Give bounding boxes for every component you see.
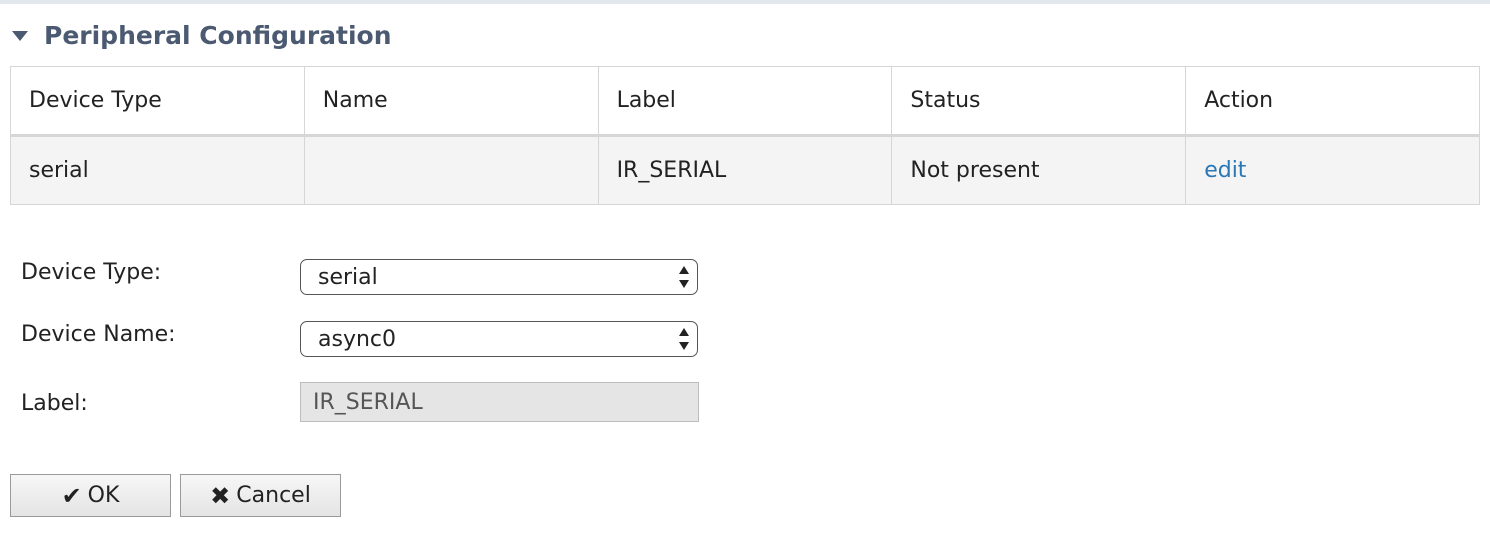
- select-arrows-icon: [679, 266, 689, 288]
- section-title: Peripheral Configuration: [44, 20, 392, 50]
- cell-device-type: serial: [10, 135, 305, 205]
- label-field-label: Label:: [21, 391, 88, 416]
- column-header-device-type: Device Type: [10, 66, 305, 137]
- section-header[interactable]: Peripheral Configuration: [12, 18, 392, 52]
- edit-link[interactable]: edit: [1204, 158, 1246, 183]
- cell-action: edit: [1185, 135, 1480, 205]
- device-type-selected-value: serial: [318, 264, 378, 290]
- peripheral-table: Device Type Name Label Status Action ser…: [10, 66, 1480, 205]
- x-icon: ✖: [210, 481, 231, 510]
- check-icon: ✔: [61, 481, 82, 510]
- device-type-label: Device Type:: [21, 260, 162, 285]
- cancel-button-label: Cancel: [236, 483, 311, 508]
- column-header-action: Action: [1185, 66, 1480, 137]
- cancel-button[interactable]: ✖ Cancel: [180, 474, 341, 517]
- label-input[interactable]: [300, 382, 699, 422]
- ok-button-label: OK: [87, 483, 120, 508]
- column-header-label: Label: [597, 66, 893, 137]
- device-type-select[interactable]: serial: [300, 259, 698, 295]
- ok-button[interactable]: ✔ OK: [10, 474, 171, 517]
- select-arrows-icon: [679, 328, 689, 350]
- cell-name: [303, 135, 599, 205]
- table-header-row: Device Type Name Label Status Action: [10, 66, 1480, 137]
- cell-status: Not present: [891, 135, 1187, 205]
- device-name-selected-value: async0: [318, 326, 396, 352]
- device-name-label: Device Name:: [21, 322, 176, 347]
- column-header-name: Name: [303, 66, 599, 137]
- top-divider: [0, 0, 1490, 4]
- column-header-status: Status: [891, 66, 1187, 137]
- caret-down-icon[interactable]: [12, 31, 28, 41]
- cell-label: IR_SERIAL: [597, 135, 893, 205]
- table-row: serial IR_SERIAL Not present edit: [10, 135, 1480, 205]
- device-name-select[interactable]: async0: [300, 321, 698, 357]
